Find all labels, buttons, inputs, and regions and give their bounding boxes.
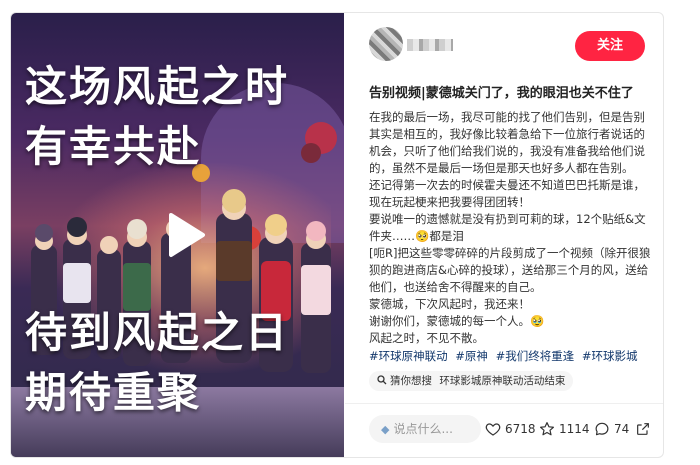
comment-button[interactable]: 74 bbox=[594, 421, 629, 437]
post-title: 告别视频|蒙德城关门了，我的眼泪也关不住了 bbox=[369, 86, 634, 101]
post-paragraph: 还记得第一次去的时候霍夫曼还不知道巴巴托斯是谁，现在玩起梗来把我要得团团转！ bbox=[369, 178, 645, 209]
tag-link[interactable]: #原神 bbox=[455, 349, 488, 363]
search-icon bbox=[377, 375, 387, 385]
post-paragraph: 在我的最后一场，我尽可能的找了他们告别，但是告别其实是相互的，我好像比较着急给下… bbox=[369, 110, 645, 175]
video-player[interactable]: 这场风起之时 有幸共赴 待到风起之日 期待重聚 bbox=[11, 13, 344, 457]
video-overlay-line-1: 这场风起之时 bbox=[25, 62, 290, 111]
comment-placeholder: 说点什么... bbox=[393, 422, 453, 436]
post-content: 告别视频|蒙德城关门了，我的眼泪也关不住了 在我的最后一场，我尽可能的找了他们告… bbox=[369, 85, 653, 391]
avatar[interactable] bbox=[369, 27, 403, 61]
favorite-button[interactable]: 1114 bbox=[539, 421, 590, 437]
video-overlay-line-4: 期待重聚 bbox=[25, 368, 202, 417]
post-paragraph: [呃R]把这些零零碎碎的片段剪成了一个视频（除开很狼狈的跑进商店&心碎的投球），… bbox=[369, 246, 651, 294]
comment-icon bbox=[595, 422, 609, 436]
tag-link[interactable]: #环球影城 bbox=[582, 349, 638, 363]
video-overlay-line-2: 有幸共赴 bbox=[25, 122, 202, 171]
search-suggestion-chip[interactable]: 猜你想搜 环球影城原神联动活动结束 bbox=[369, 371, 574, 391]
tag-link[interactable]: #环球原神联动 bbox=[369, 349, 448, 363]
engagement-bar: ◆ 说点什么... 6718 1114 74 bbox=[345, 413, 663, 447]
comment-input[interactable]: ◆ 说点什么... bbox=[369, 415, 481, 443]
tag-link[interactable]: #我们终将重逢 bbox=[496, 349, 575, 363]
post-paragraph: 蒙德城，下次风起时，我还来！ bbox=[369, 297, 530, 311]
pen-icon: ◆ bbox=[381, 423, 390, 436]
comment-count: 74 bbox=[614, 422, 630, 436]
favorite-count: 1114 bbox=[559, 422, 590, 436]
follow-button[interactable]: 关注 bbox=[575, 31, 645, 61]
star-icon bbox=[540, 422, 555, 436]
post-paragraph: 风起之时，不见不散。 bbox=[369, 331, 484, 345]
note-card: 这场风起之时 有幸共赴 待到风起之日 期待重聚 关注 告别视频|蒙德城关门了，我… bbox=[10, 12, 664, 458]
search-suggestion-query: 环球影城原神联动活动结束 bbox=[439, 375, 566, 387]
like-button[interactable]: 6718 bbox=[485, 421, 536, 437]
author-name-blurred[interactable] bbox=[407, 39, 453, 51]
like-count: 6718 bbox=[505, 422, 536, 436]
post-body: 在我的最后一场，我尽可能的找了他们告别，但是告别其实是相互的，我好像比较着急给下… bbox=[369, 109, 653, 347]
post-paragraph: 谢谢你们，蒙德城的每一个人。🥹 bbox=[369, 314, 545, 328]
share-icon bbox=[637, 423, 649, 435]
play-icon[interactable] bbox=[159, 211, 207, 259]
post-panel: 关注 告别视频|蒙德城关门了，我的眼泪也关不住了 在我的最后一场，我尽可能的找了… bbox=[345, 13, 663, 457]
video-overlay-line-3: 待到风起之日 bbox=[25, 308, 290, 357]
share-button[interactable] bbox=[635, 421, 651, 441]
post-paragraph: 要说唯一的遗憾就是没有扔到可莉的球，12个贴纸&文件夹……🥺都是泪 bbox=[369, 212, 646, 243]
divider bbox=[345, 403, 663, 404]
tag-list: #环球原神联动 #原神 #我们终将重逢 #环球影城 bbox=[369, 348, 653, 365]
heart-icon bbox=[485, 423, 501, 436]
search-suggestion-prefix: 猜你想搜 bbox=[390, 375, 432, 387]
author-header: 关注 bbox=[345, 13, 663, 69]
